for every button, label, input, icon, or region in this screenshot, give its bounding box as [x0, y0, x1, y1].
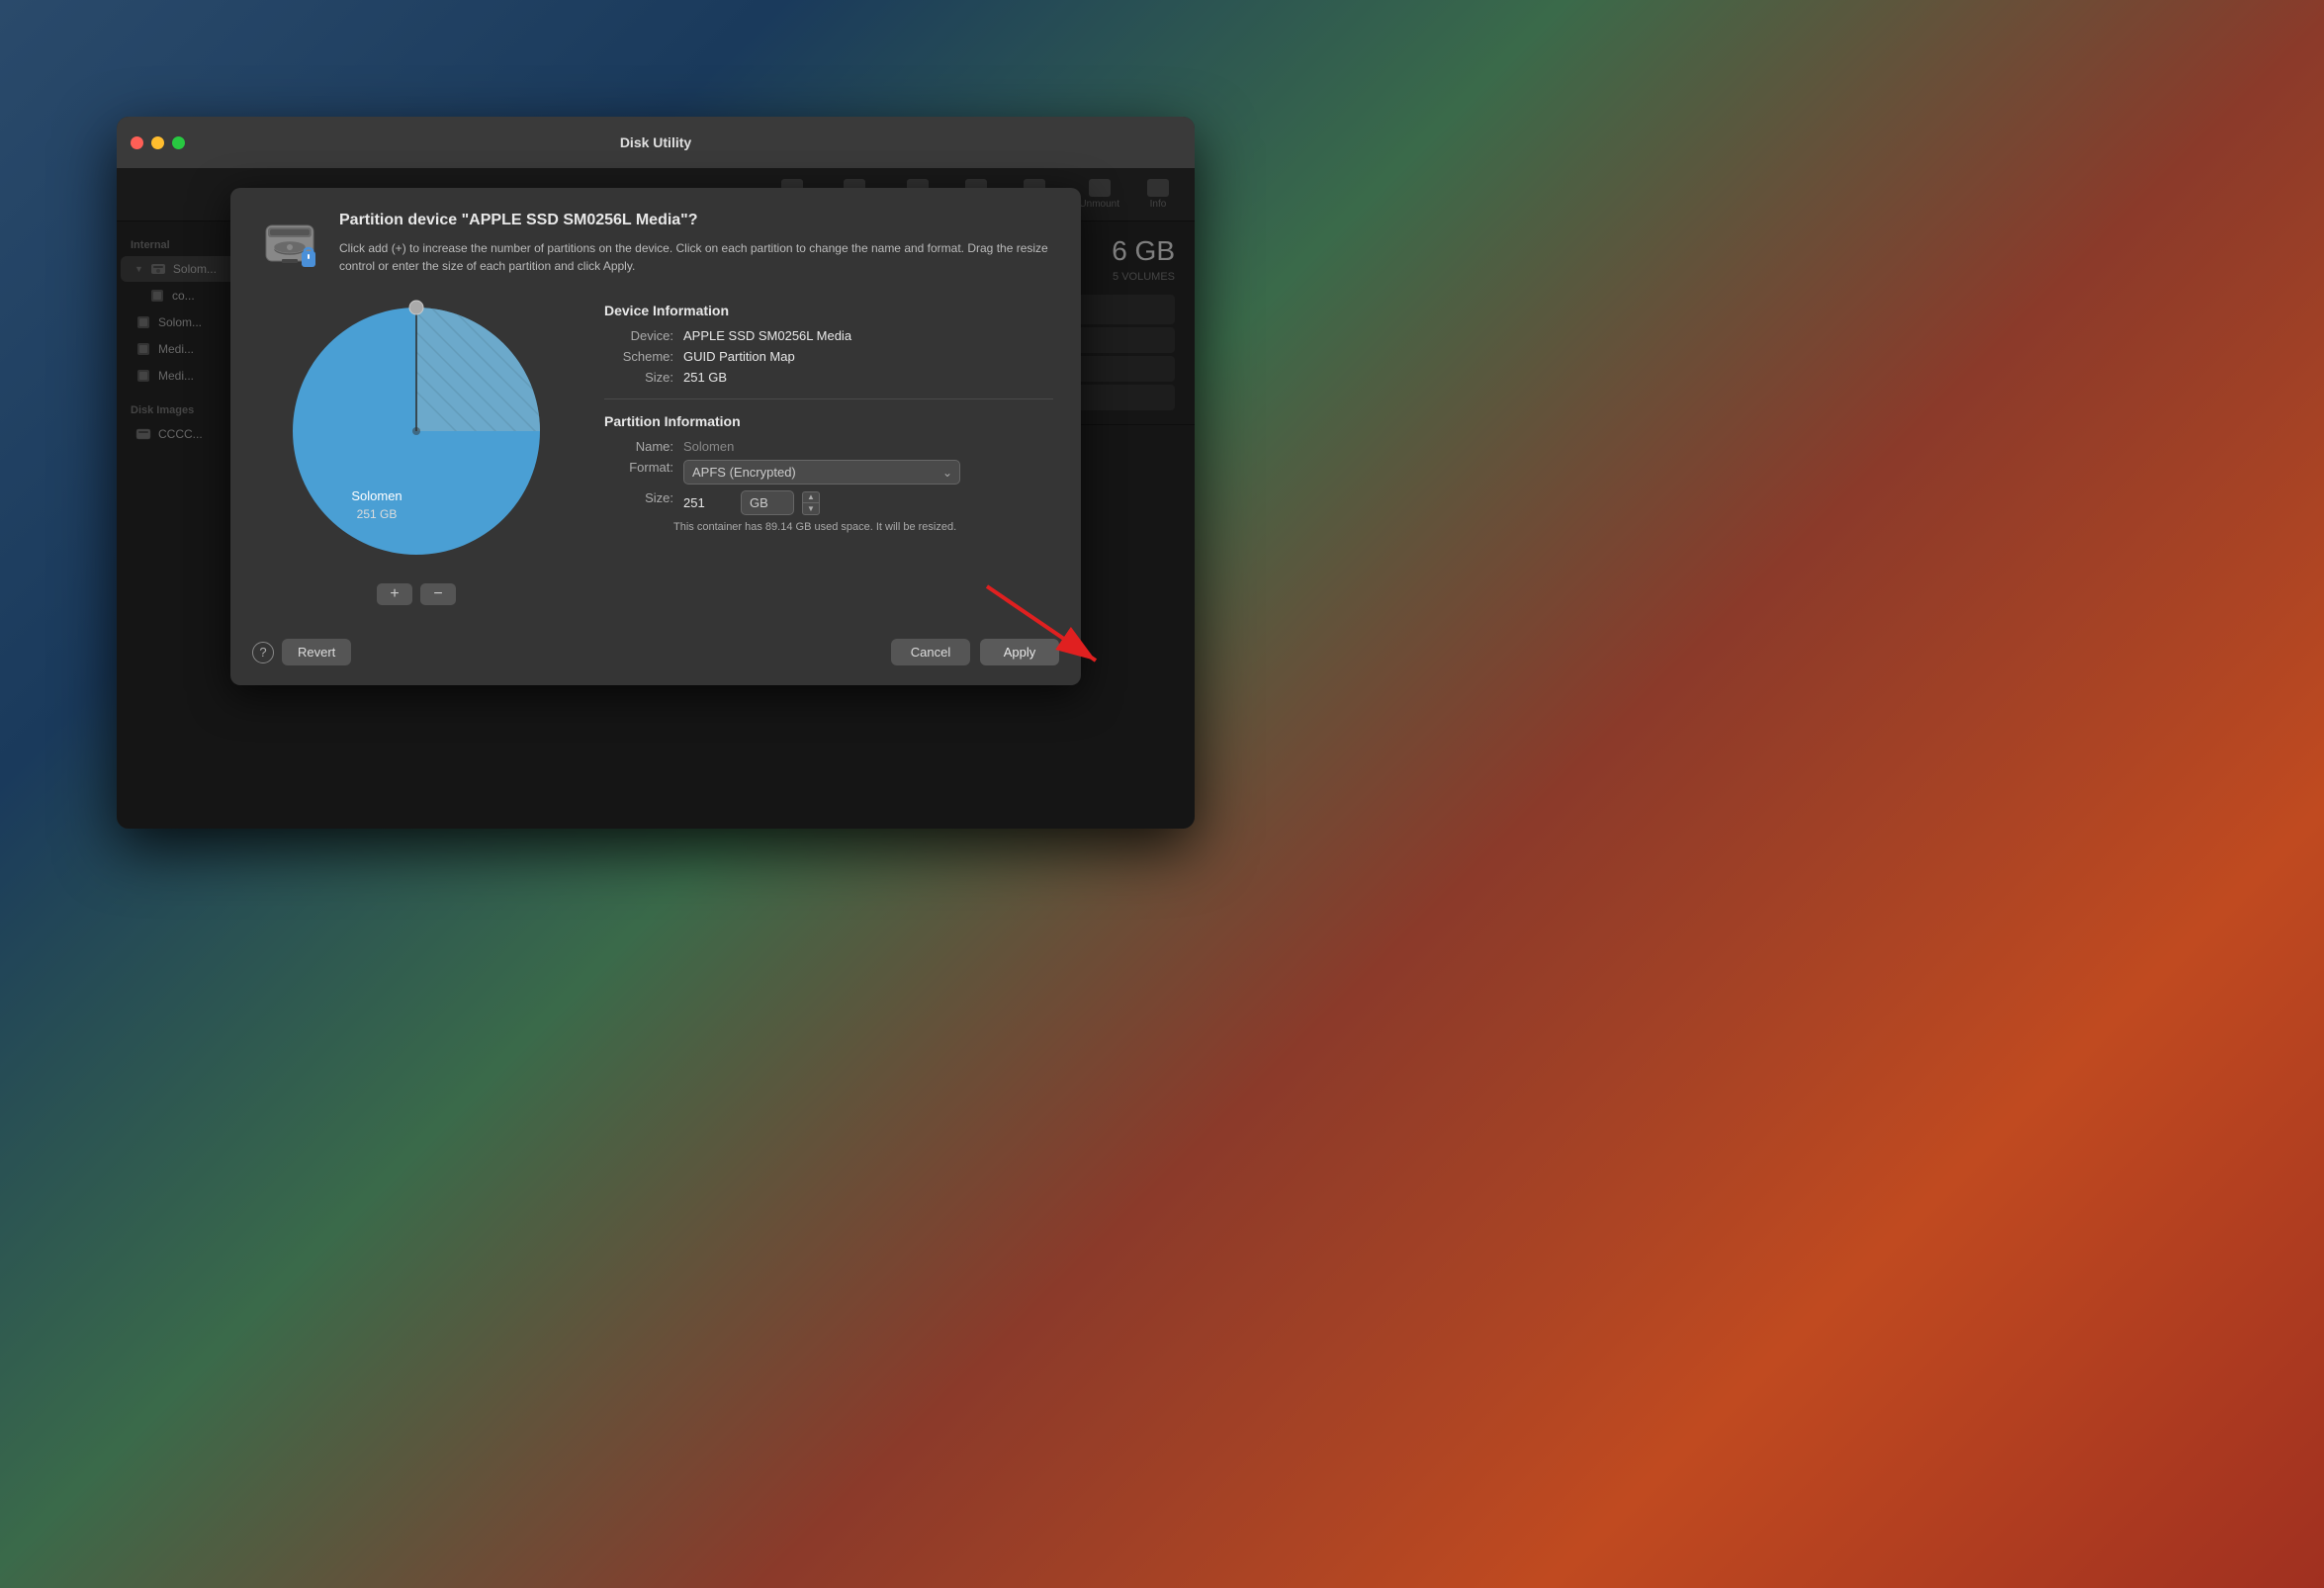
cancel-button[interactable]: Cancel: [891, 639, 970, 665]
format-select[interactable]: APFS (Encrypted) APFS Mac OS Extended (J…: [683, 460, 960, 485]
revert-button[interactable]: Revert: [282, 639, 351, 665]
partition-info-title: Partition Information: [604, 413, 1053, 429]
device-info-scheme-value: GUID Partition Map: [683, 349, 795, 364]
window-controls: [131, 136, 185, 149]
info-panel: Device Information Device: APPLE SSD SM0…: [604, 293, 1053, 605]
device-info-scheme-row: Scheme: GUID Partition Map: [604, 349, 1053, 364]
stepper-down[interactable]: ▼: [803, 503, 819, 514]
add-partition-button[interactable]: +: [377, 583, 412, 605]
pie-chart-container: Solomen 251 GB: [278, 293, 555, 570]
title-bar: Disk Utility: [117, 117, 1195, 168]
size-unit-select[interactable]: GB MB TB: [741, 490, 794, 515]
size-stepper[interactable]: ▲ ▼: [802, 491, 820, 515]
partition-format-row: Format: APFS (Encrypted) APFS Mac OS Ext…: [604, 460, 1053, 485]
dialog-footer: ? Revert Cancel Apply: [230, 625, 1081, 685]
dialog-description: Click add (+) to increase the number of …: [339, 239, 1053, 275]
svg-text:251 GB: 251 GB: [357, 507, 398, 521]
info-separator: [604, 398, 1053, 399]
size-hint: This container has 89.14 GB used space. …: [673, 521, 1053, 533]
stepper-up[interactable]: ▲: [803, 492, 819, 504]
device-info-size-row: Size: 251 GB: [604, 370, 1053, 385]
minimize-button[interactable]: [151, 136, 164, 149]
pie-controls: + −: [377, 583, 456, 605]
partition-size-label: Size:: [604, 490, 673, 515]
device-info-title: Device Information: [604, 303, 1053, 318]
close-button[interactable]: [131, 136, 143, 149]
apply-button[interactable]: Apply: [980, 639, 1059, 665]
dialog-footer-right: Cancel Apply: [891, 639, 1059, 665]
dialog-footer-left: ? Revert: [252, 639, 351, 665]
device-info-device-row: Device: APPLE SSD SM0256L Media: [604, 328, 1053, 343]
partition-size-row: Size: GB MB TB ▲ ▼: [604, 490, 1053, 515]
device-info-size-value: 251 GB: [683, 370, 727, 385]
dialog-body: Solomen 251 GB + − Device Information: [230, 293, 1081, 625]
partition-dialog: Partition device "APPLE SSD SM0256L Medi…: [230, 188, 1081, 685]
pie-chart-svg: Solomen 251 GB: [278, 293, 555, 570]
device-info-size-label: Size:: [604, 370, 673, 385]
window-title: Disk Utility: [620, 134, 691, 150]
dialog-title: Partition device "APPLE SSD SM0256L Medi…: [339, 212, 1053, 229]
size-row: GB MB TB ▲ ▼: [683, 490, 820, 515]
dialog-disk-icon: [258, 212, 321, 275]
pie-chart-area: Solomen 251 GB + −: [258, 293, 575, 605]
disk-utility-window: Disk Utility Volume First Aid Partition …: [117, 117, 1195, 829]
partition-format-label: Format:: [604, 460, 673, 485]
partition-name-input[interactable]: [683, 439, 881, 454]
svg-text:Solomen: Solomen: [351, 488, 402, 503]
help-button[interactable]: ?: [252, 642, 274, 663]
partition-size-input[interactable]: [683, 495, 733, 510]
remove-partition-button[interactable]: −: [420, 583, 456, 605]
dialog-overlay: Partition device "APPLE SSD SM0256L Medi…: [117, 168, 1195, 829]
partition-name-row: Name:: [604, 439, 1053, 454]
dialog-header: Partition device "APPLE SSD SM0256L Medi…: [230, 188, 1081, 293]
device-info-scheme-label: Scheme:: [604, 349, 673, 364]
device-info-device-value: APPLE SSD SM0256L Media: [683, 328, 851, 343]
maximize-button[interactable]: [172, 136, 185, 149]
device-info-device-label: Device:: [604, 328, 673, 343]
format-select-wrapper: APFS (Encrypted) APFS Mac OS Extended (J…: [683, 460, 960, 485]
dialog-header-text: Partition device "APPLE SSD SM0256L Medi…: [339, 212, 1053, 275]
partition-name-label: Name:: [604, 439, 673, 454]
